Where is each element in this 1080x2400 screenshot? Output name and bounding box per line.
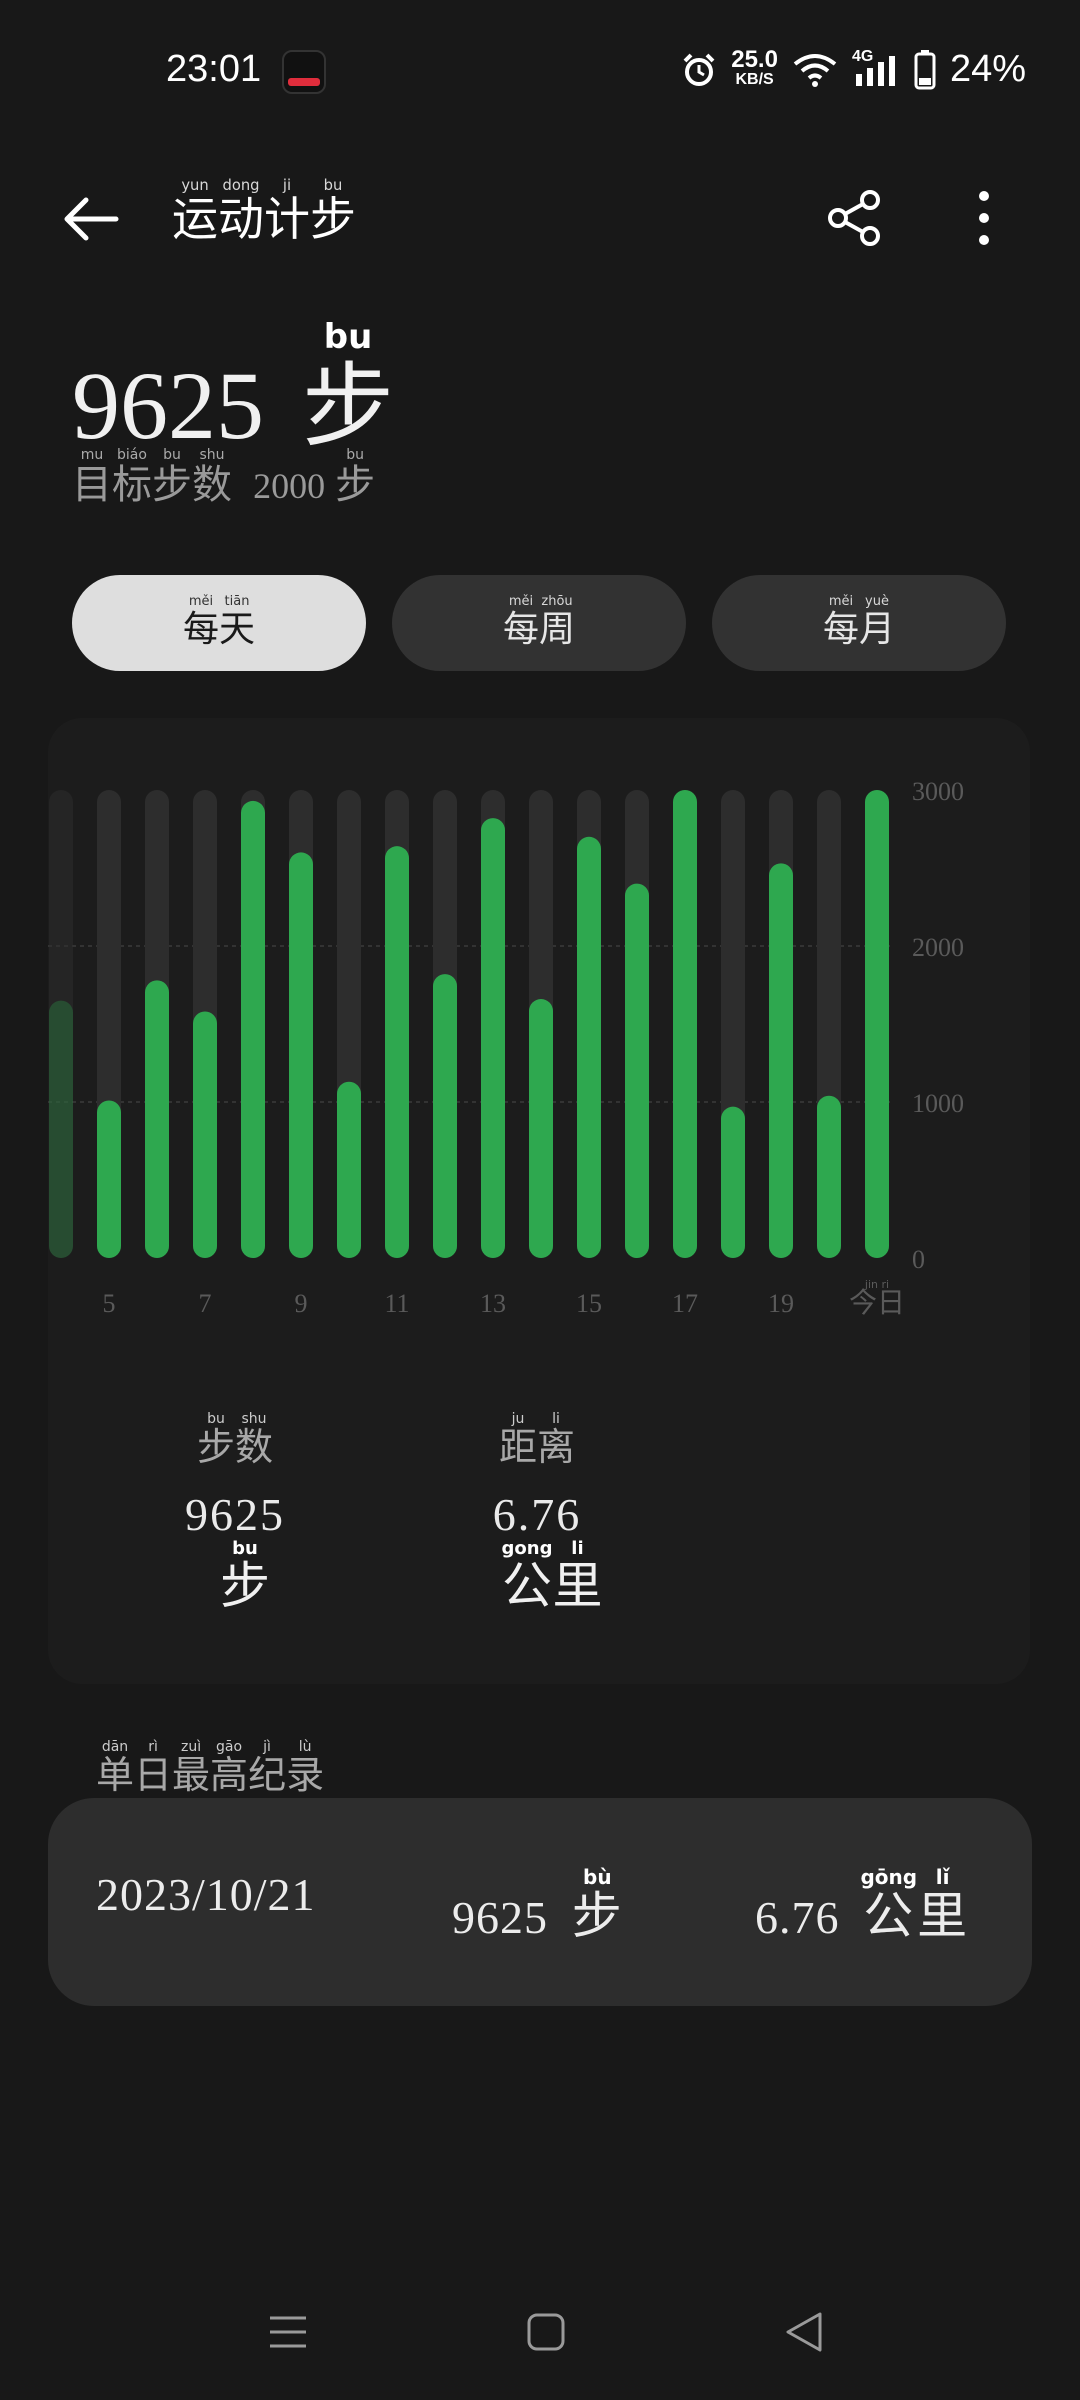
y-tick-label: 2000 [912,933,964,962]
chart-bar [193,1011,217,1258]
x-tick-label: 13 [480,1289,506,1318]
x-tick-label: 5 [103,1289,116,1318]
x-tick-label: 11 [384,1289,409,1318]
record-date: 2023/10/21 [96,1869,316,1920]
chart-bar [625,883,649,1258]
chart-bar [481,818,505,1258]
chart-bar [865,790,889,1258]
record-section-title: 单dān日rì最zuì高gāo纪jì录lù [96,1739,325,1797]
x-tick-label: 7 [199,1289,212,1318]
chart-bar [97,1100,121,1258]
menu-icon[interactable] [268,2312,308,2352]
chart-bars [49,790,889,1258]
steps-stat-value: 9625 [185,1489,285,1540]
chart-bar [337,1081,361,1258]
chart-bar [433,974,457,1258]
chart-bar [673,790,697,1258]
chart-bar [49,1000,73,1258]
x-tick-label: 19 [768,1289,794,1318]
chart-bar [577,836,601,1258]
record-steps: 9625 步bù [452,1865,623,1945]
y-tick-label: 3000 [912,777,964,806]
chart-bar [145,980,169,1258]
x-tick-label: 15 [576,1289,602,1318]
chart-bar [817,1095,841,1258]
y-tick-label: 0 [912,1245,925,1274]
chart-bar [241,800,265,1258]
chart-bar [385,846,409,1258]
x-tick-label-today-pinyin: jin ri [864,1278,889,1291]
home-square-icon[interactable] [526,2312,566,2352]
x-tick-label: 17 [672,1289,698,1318]
chart-bar [769,863,793,1258]
chart-bar [529,999,553,1258]
distance-stat-value: 6.76 [492,1489,582,1540]
chart-bar [721,1106,745,1258]
steps-stat-label: 步bu数shu [196,1411,274,1469]
steps-stat-unit: 步bu [220,1538,270,1614]
y-tick-label: 1000 [912,1089,964,1118]
x-tick-label: 9 [295,1289,308,1318]
chart-bar [289,852,313,1258]
distance-stat-unit: 公gong里li [501,1538,603,1614]
distance-stat-label: 距ju离li [498,1411,576,1469]
triangle-back-icon[interactable] [784,2310,824,2354]
record-distance: 6.76 公gōng里lǐ [755,1865,969,1945]
daily-steps-chart: 30002000100005 7 9 11 13 15 17 19 今日jin ri [48,777,964,1319]
